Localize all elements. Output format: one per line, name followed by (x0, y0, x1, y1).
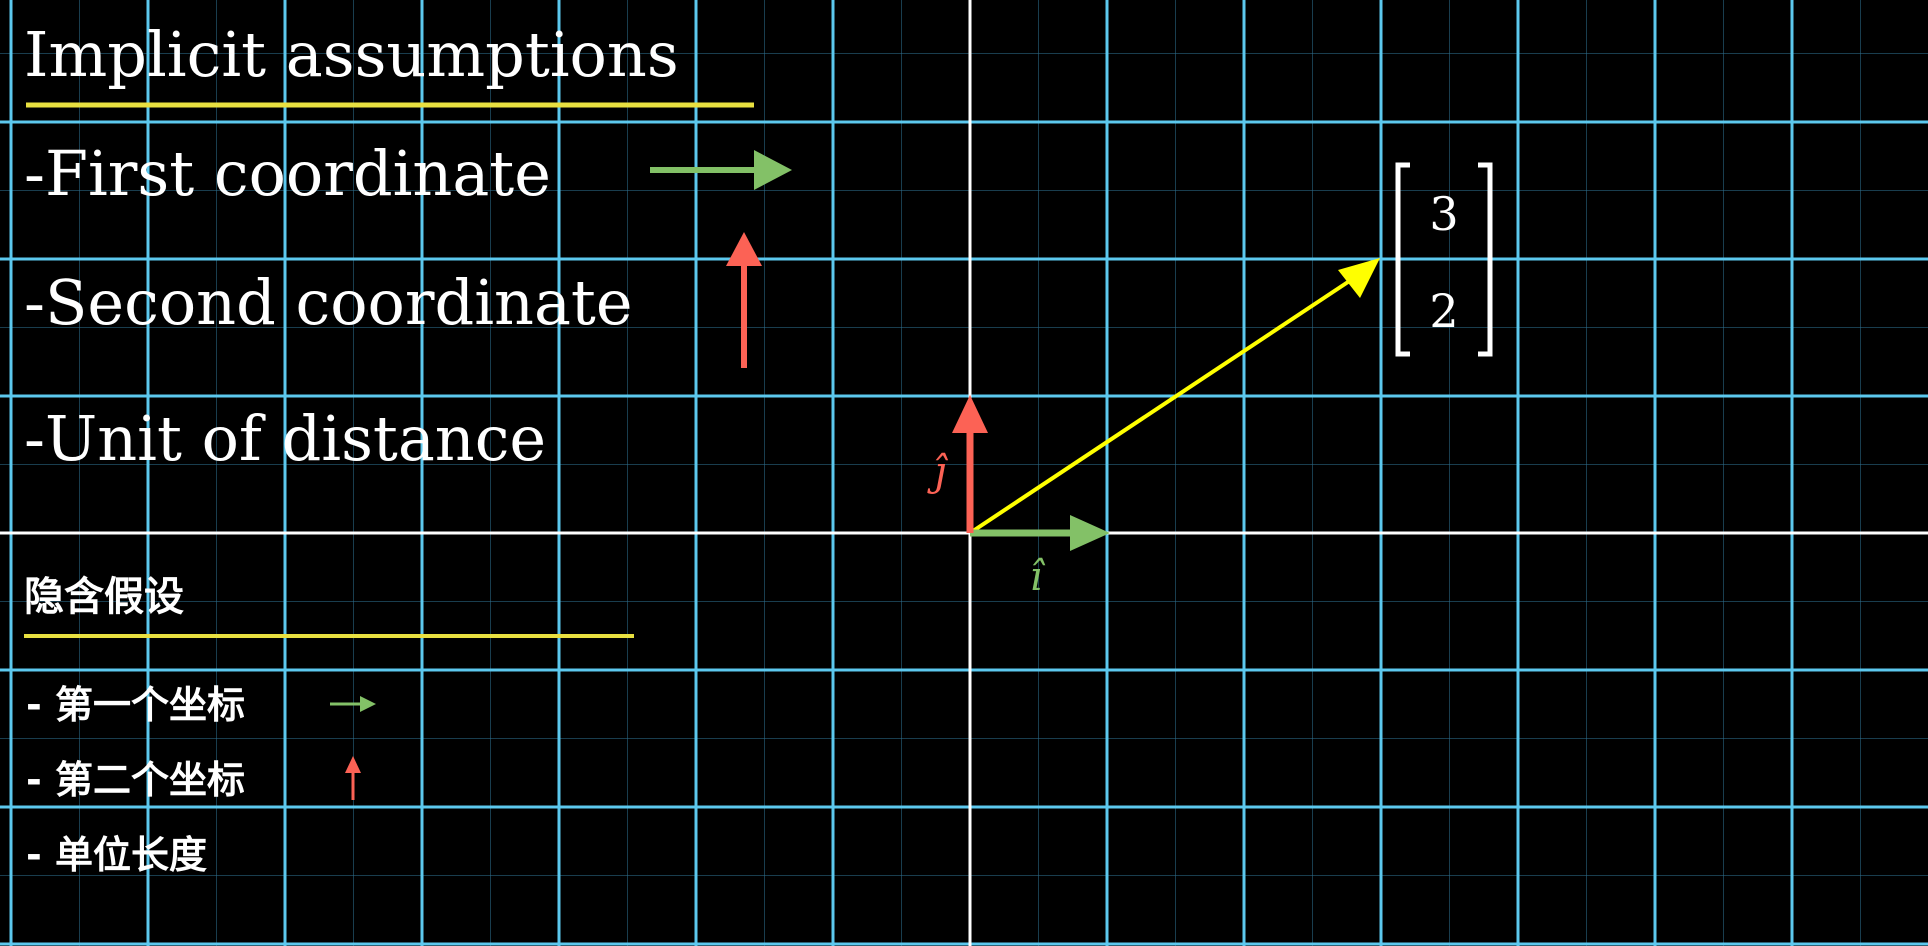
cn-title: 隐含假设 (24, 574, 184, 620)
coordinate-scene: î ĵ 3 2 Implicit assumptions -First coor… (0, 0, 1928, 946)
cn-second-coordinate-arrow-icon (345, 756, 361, 800)
second-coordinate-arrow-icon (726, 232, 762, 368)
first-coordinate-arrow-icon (650, 150, 792, 190)
item-first-coordinate: -First coordinate (24, 137, 551, 210)
cn-item-unit-of-distance: - 单位长度 (26, 833, 207, 877)
matrix-entry-top: 3 (1429, 187, 1458, 241)
j-hat-label: ĵ (927, 449, 949, 495)
i-hat-label: î (1030, 554, 1046, 600)
matrix-entry-bottom: 2 (1429, 284, 1458, 338)
title: Implicit assumptions (24, 18, 679, 91)
cn-item-second-coordinate: - 第二个坐标 (26, 758, 245, 802)
cn-item-first-coordinate: - 第一个坐标 (26, 683, 245, 727)
item-second-coordinate: -Second coordinate (24, 266, 633, 339)
item-unit-of-distance: -Unit of distance (24, 402, 546, 475)
